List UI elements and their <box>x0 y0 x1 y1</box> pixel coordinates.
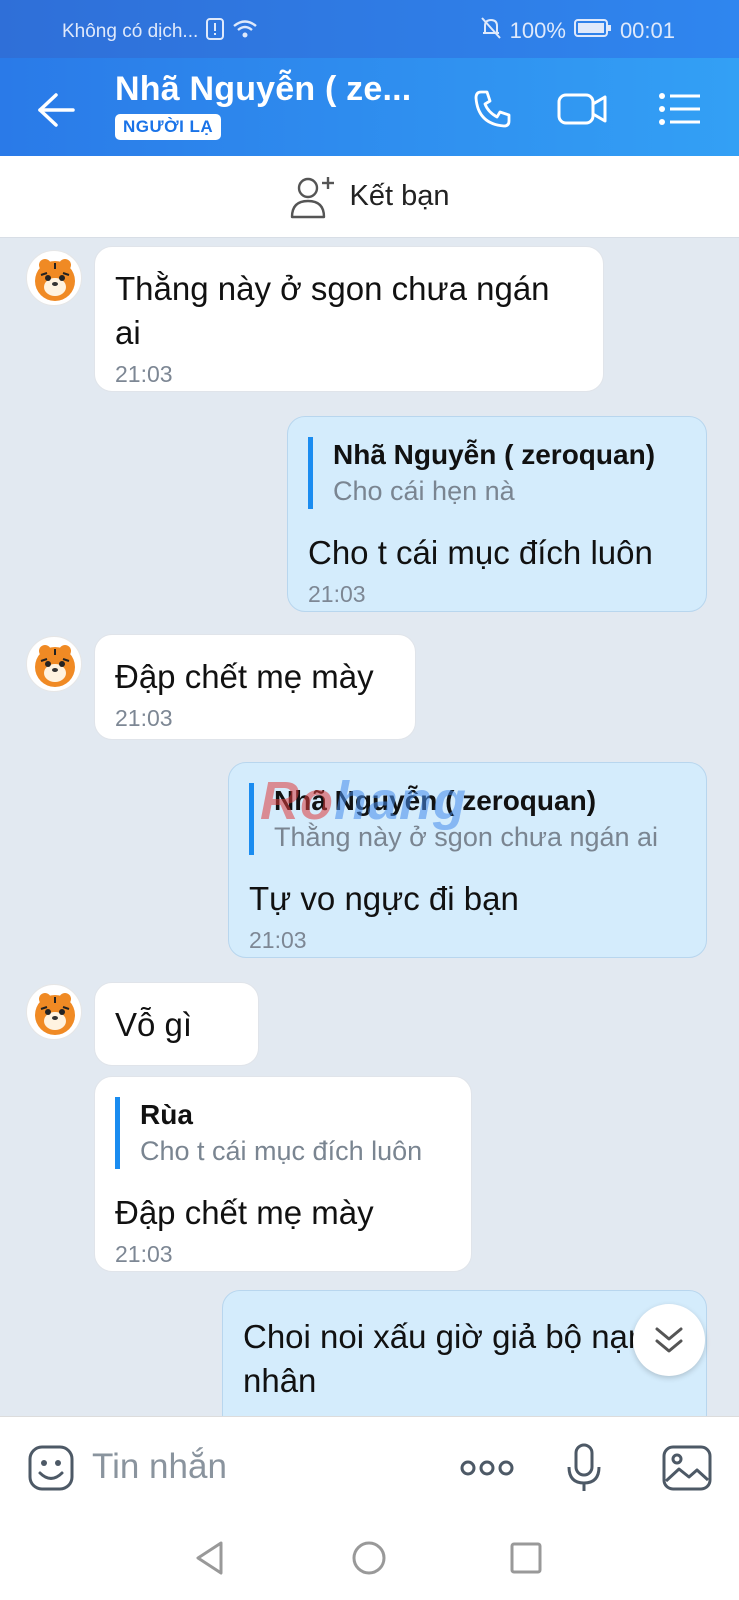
message-bubble-outgoing[interactable]: Nhã Nguyễn ( zeroquan) Cho cái hẹn nà Ch… <box>287 416 707 612</box>
system-nav-bar <box>0 1516 739 1600</box>
emoji-icon <box>28 1445 74 1491</box>
message-bubble-incoming[interactable]: Thằng này ở sgon chưa ngán ai 21:03 <box>94 246 604 392</box>
more-options-button[interactable] <box>455 1441 519 1495</box>
status-bar: Không có dịch... 100% 00:01 <box>0 0 739 58</box>
voice-record-button[interactable] <box>557 1441 611 1495</box>
add-friend-button[interactable]: Kết bạn <box>0 156 739 238</box>
message-text: Vỗ gì <box>115 1006 193 1043</box>
nav-recents-icon <box>510 1542 542 1574</box>
watermark-part-a: Ro <box>260 771 334 831</box>
quote-author: Nhã Nguyễn ( zeroquan) <box>333 439 656 470</box>
nav-home-icon <box>352 1541 386 1575</box>
watermark-logo: Rohang <box>260 770 467 832</box>
battery-percent: 100% <box>509 18 566 43</box>
message-text: Cho t cái mục đích luôn <box>308 534 653 571</box>
more-dots-icon <box>460 1460 514 1476</box>
double-chevron-down-icon <box>655 1327 683 1353</box>
reply-quote[interactable]: Nhã Nguyễn ( zeroquan) Cho cái hẹn nà <box>308 437 686 509</box>
scroll-to-bottom-button[interactable] <box>633 1304 705 1376</box>
message-bubble-incoming[interactable]: Đập chết mẹ mày 21:03 <box>94 634 416 740</box>
message-time: 21:03 <box>115 1241 173 1267</box>
message-time: 21:03 <box>308 581 366 607</box>
reply-quote[interactable]: Rùa Cho t cái mục đích luôn <box>115 1097 451 1169</box>
contact-name[interactable]: Nhã Nguyễn ( ze... <box>115 70 411 109</box>
contact-avatar[interactable] <box>26 984 82 1040</box>
message-input[interactable] <box>92 1439 422 1495</box>
sim-alert-icon <box>206 18 225 46</box>
video-call-icon <box>557 93 607 125</box>
message-bubble-incoming[interactable]: Vỗ gì <box>94 982 259 1066</box>
quote-author: Rùa <box>140 1099 193 1130</box>
add-friend-icon <box>290 176 334 218</box>
status-left: Không có dịch... <box>62 18 258 46</box>
message-bubble-incoming[interactable]: Rùa Cho t cái mục đích luôn Đập chết mẹ … <box>94 1076 472 1272</box>
nav-back-button[interactable] <box>186 1534 234 1582</box>
nav-home-button[interactable] <box>345 1534 393 1582</box>
contact-avatar[interactable] <box>26 250 82 306</box>
message-composer <box>0 1416 739 1516</box>
quote-text: Cho cái hẹn nà <box>333 476 515 506</box>
nav-recents-button[interactable] <box>502 1534 550 1582</box>
nav-back-icon <box>196 1541 223 1575</box>
tiger-avatar-icon <box>35 993 75 1035</box>
message-bubble-outgoing[interactable]: Choi noi xấu giờ giả bộ nạn nhân <box>222 1290 707 1416</box>
phone-icon <box>474 90 511 128</box>
chat-header: Nhã Nguyễn ( ze... NGƯỜI LẠ <box>0 58 739 156</box>
call-button[interactable] <box>466 82 520 136</box>
menu-icon <box>659 93 700 125</box>
message-text: Choi noi xấu giờ giả bộ nạn nhân <box>243 1318 647 1399</box>
tiger-avatar-icon <box>35 259 75 301</box>
clock: 00:01 <box>619 18 675 43</box>
message-time: 21:03 <box>115 705 173 731</box>
battery-icon <box>573 18 612 44</box>
image-icon <box>662 1445 712 1491</box>
mute-bell-icon <box>480 16 502 46</box>
video-call-button[interactable] <box>556 82 610 136</box>
watermark-part-b: hang <box>333 771 467 831</box>
status-right: 100% 00:01 <box>480 16 675 46</box>
message-text: Đập chết mẹ mày <box>115 658 374 695</box>
tiger-avatar-icon <box>35 645 75 687</box>
message-time: 21:03 <box>115 361 173 387</box>
carrier-text: Không có dịch... <box>62 21 199 42</box>
menu-button[interactable] <box>653 82 707 136</box>
wifi-icon <box>232 19 258 45</box>
image-picker-button[interactable] <box>660 1441 714 1495</box>
back-button[interactable] <box>32 86 80 134</box>
back-arrow-icon <box>38 93 75 127</box>
stranger-badge: NGƯỜI LẠ <box>115 114 222 140</box>
add-friend-label: Kết bạn <box>349 180 450 212</box>
message-time: 21:03 <box>249 927 307 953</box>
contact-avatar[interactable] <box>26 636 82 692</box>
emoji-button[interactable] <box>24 1441 78 1495</box>
message-text: Thằng này ở sgon chưa ngán ai <box>115 270 550 351</box>
message-text: Tự vo ngực đi bạn <box>249 880 519 917</box>
message-text: Đập chết mẹ mày <box>115 1194 374 1231</box>
microphone-icon <box>567 1443 601 1491</box>
quote-text: Cho t cái mục đích luôn <box>140 1136 423 1166</box>
